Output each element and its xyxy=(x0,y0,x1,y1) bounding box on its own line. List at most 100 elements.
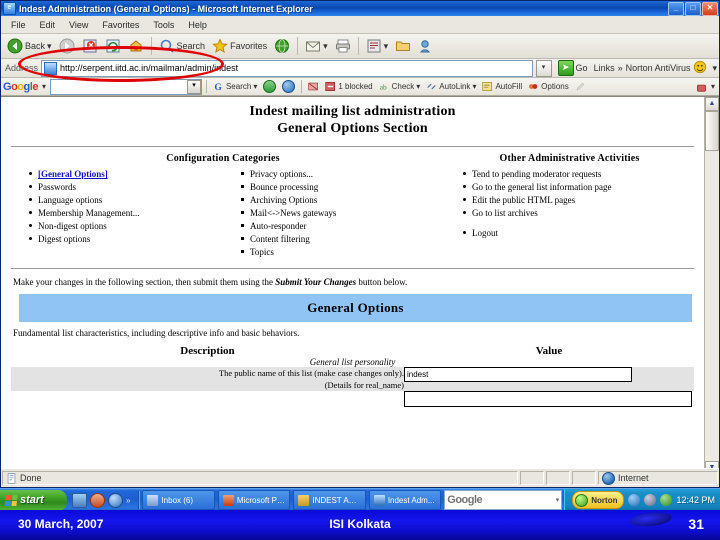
config-item[interactable]: Mail<->News gateways xyxy=(241,207,435,219)
autolink-dropdown-icon[interactable]: ▾ xyxy=(472,82,476,91)
highlight-button[interactable] xyxy=(573,81,588,92)
config-item[interactable]: Non-digest options xyxy=(29,220,223,232)
list-item[interactable]: Edit the public HTML pages xyxy=(463,194,694,206)
list-item[interactable]: Go to the general list information page xyxy=(463,181,694,193)
google-logo-dropdown-icon[interactable]: ▾ xyxy=(40,82,48,91)
edit-dropdown-icon[interactable]: ▾ xyxy=(384,41,389,52)
options-button[interactable]: Options xyxy=(526,81,571,92)
config-link-topics[interactable]: Topics xyxy=(250,247,274,257)
config-link-archiving-options[interactable]: Archiving Options xyxy=(250,195,317,205)
config-link-digest-options[interactable]: Digest options xyxy=(38,234,90,244)
minimize-button[interactable]: _ xyxy=(668,1,684,16)
mail-button[interactable]: ▾ xyxy=(302,37,331,55)
config-link-language-options[interactable]: Language options xyxy=(38,195,102,205)
menu-item-edit[interactable]: Edit xyxy=(34,19,62,31)
config-item[interactable]: Auto-responder xyxy=(241,220,435,232)
links-label[interactable]: Links xyxy=(594,63,615,73)
globe-button[interactable] xyxy=(280,80,297,93)
vertical-scrollbar[interactable]: ▲ ▼ xyxy=(704,97,719,475)
details-link-real-name[interactable]: (Details for real_name) xyxy=(325,380,404,390)
config-item[interactable]: Topics xyxy=(241,246,435,258)
google-search-button-dropdown-icon[interactable]: ▾ xyxy=(253,82,257,91)
search-button[interactable]: Search xyxy=(156,37,209,55)
discuss-button[interactable] xyxy=(392,37,414,55)
list-item[interactable]: Go to list archives xyxy=(463,207,694,219)
google-desktop-dropdown-icon[interactable]: ▾ xyxy=(556,496,560,504)
config-item[interactable]: Bounce processing xyxy=(241,181,435,193)
stop-button[interactable] xyxy=(79,37,101,55)
google-desktop-searchbar[interactable]: Google ▾ xyxy=(444,490,563,510)
list-item[interactable]: Tend to pending moderator requests xyxy=(463,168,694,180)
real-name-input[interactable]: indest xyxy=(404,367,632,382)
ie-quicklaunch-icon[interactable] xyxy=(108,492,123,508)
config-item[interactable]: Archiving Options xyxy=(241,194,435,206)
messenger-button[interactable] xyxy=(415,37,437,55)
scrollbar-track[interactable] xyxy=(705,151,719,461)
shield-icon[interactable] xyxy=(660,494,673,506)
media-button[interactable] xyxy=(271,37,293,55)
back-dropdown-icon[interactable]: ▾ xyxy=(47,41,52,52)
config-link-auto-responder[interactable]: Auto-responder xyxy=(250,221,306,231)
menu-item-file[interactable]: File xyxy=(5,19,32,31)
taskbar-item-indest-admin[interactable]: Indest Adm... xyxy=(368,490,442,510)
google-menu-icon[interactable] xyxy=(696,81,707,92)
back-button[interactable]: Back ▾ xyxy=(4,37,55,55)
autofill-button[interactable]: AutoFill xyxy=(480,81,524,92)
config-link-bounce-processing[interactable]: Bounce processing xyxy=(250,182,318,192)
mail-dropdown-icon[interactable]: ▾ xyxy=(323,41,328,52)
scrollbar-thumb[interactable] xyxy=(705,111,719,151)
taskbar-item-inbox[interactable]: Inbox (6) xyxy=(142,490,215,510)
google-search-dropdown-icon[interactable]: ▾ xyxy=(186,79,201,94)
scroll-up-button[interactable]: ▲ xyxy=(705,97,719,111)
google-menu-dropdown-icon[interactable]: ▾ xyxy=(709,82,717,91)
norton-antivirus-label[interactable]: Norton AntiVirus xyxy=(626,63,691,73)
admin-link-list-info-page[interactable]: Go to the general list information page xyxy=(472,182,611,192)
spellcheck-button[interactable]: ab Check ▾ xyxy=(377,81,423,92)
edit-button[interactable]: ▾ xyxy=(363,37,392,55)
config-item[interactable]: Content filtering xyxy=(241,233,435,245)
home-button[interactable] xyxy=(125,37,147,55)
config-link-membership-management[interactable]: Membership Management... xyxy=(38,208,139,218)
next-field-input[interactable] xyxy=(404,391,692,407)
config-item[interactable]: Passwords xyxy=(29,181,223,193)
menu-item-favorites[interactable]: Favorites xyxy=(96,19,145,31)
pagerank-button[interactable] xyxy=(261,80,278,93)
config-link-mail-news-gateways[interactable]: Mail<->News gateways xyxy=(250,208,336,218)
show-desktop-icon[interactable] xyxy=(72,492,87,508)
blocked-count-button[interactable]: 1 blocked xyxy=(323,81,374,92)
config-link-non-digest-options[interactable]: Non-digest options xyxy=(38,221,107,231)
taskbar-item-powerpoint[interactable]: Microsoft Po... xyxy=(217,490,291,510)
taskbar-clock[interactable]: 12:42 PM xyxy=(676,495,715,505)
menu-item-view[interactable]: View xyxy=(63,19,94,31)
forward-button[interactable] xyxy=(56,37,78,55)
address-input[interactable]: http://serpent.iitd.ac.in/mailman/admin/… xyxy=(41,59,533,77)
quick-launch-chevron-icon[interactable]: » xyxy=(126,496,130,505)
config-link-privacy-options[interactable]: Privacy options... xyxy=(250,169,313,179)
print-button[interactable] xyxy=(332,37,354,55)
address-dropdown-icon[interactable]: ▾ xyxy=(535,59,552,77)
popup-blocker-button[interactable] xyxy=(306,81,321,92)
config-link-passwords[interactable]: Passwords xyxy=(38,182,76,192)
spellcheck-dropdown-icon[interactable]: ▾ xyxy=(416,82,420,91)
google-search-button[interactable]: G Search ▾ xyxy=(211,81,259,93)
maximize-button[interactable]: □ xyxy=(685,1,701,16)
config-item[interactable]: Privacy options... xyxy=(241,168,435,180)
close-button[interactable]: ✕ xyxy=(702,1,718,16)
logout-link[interactable]: Logout xyxy=(472,228,498,238)
go-button[interactable]: ➤ Go xyxy=(555,60,591,76)
config-item[interactable]: Digest options xyxy=(29,233,223,245)
links-chevron-icon[interactable]: » xyxy=(618,63,623,73)
admin-link-pending-requests[interactable]: Tend to pending moderator requests xyxy=(472,169,601,179)
google-search-input[interactable]: ▾ xyxy=(49,78,202,95)
config-item[interactable]: Language options xyxy=(29,194,223,206)
norton-dropdown-icon[interactable]: ▾ xyxy=(712,63,717,74)
norton-tray-button[interactable]: Norton xyxy=(572,491,625,509)
outlook-icon[interactable] xyxy=(90,492,105,508)
admin-link-edit-html-pages[interactable]: Edit the public HTML pages xyxy=(472,195,575,205)
list-item[interactable]: Logout xyxy=(463,227,694,239)
menu-item-tools[interactable]: Tools xyxy=(147,19,180,31)
favorites-button[interactable]: Favorites xyxy=(209,37,270,55)
start-button[interactable]: start xyxy=(0,489,67,511)
menu-item-help[interactable]: Help xyxy=(182,19,213,31)
config-link-general-options[interactable]: [General Options] xyxy=(38,169,108,179)
